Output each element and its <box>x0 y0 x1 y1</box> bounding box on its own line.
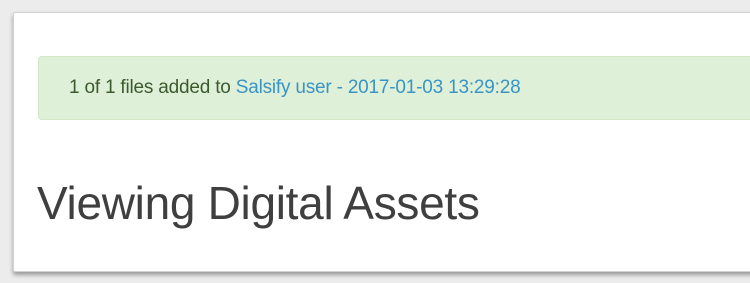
screenshot-canvas: 1 of 1 files added to Salsify user - 201… <box>0 0 750 283</box>
content-panel <box>13 12 750 272</box>
asset-collection-link[interactable]: Salsify user - 2017-01-03 13:29:28 <box>236 77 521 98</box>
page-title: Viewing Digital Assets <box>37 177 480 229</box>
success-alert: 1 of 1 files added to Salsify user - 201… <box>38 56 750 120</box>
alert-message: 1 of 1 files added to Salsify user - 201… <box>69 77 521 99</box>
alert-message-prefix: 1 of 1 files added to <box>69 77 236 98</box>
